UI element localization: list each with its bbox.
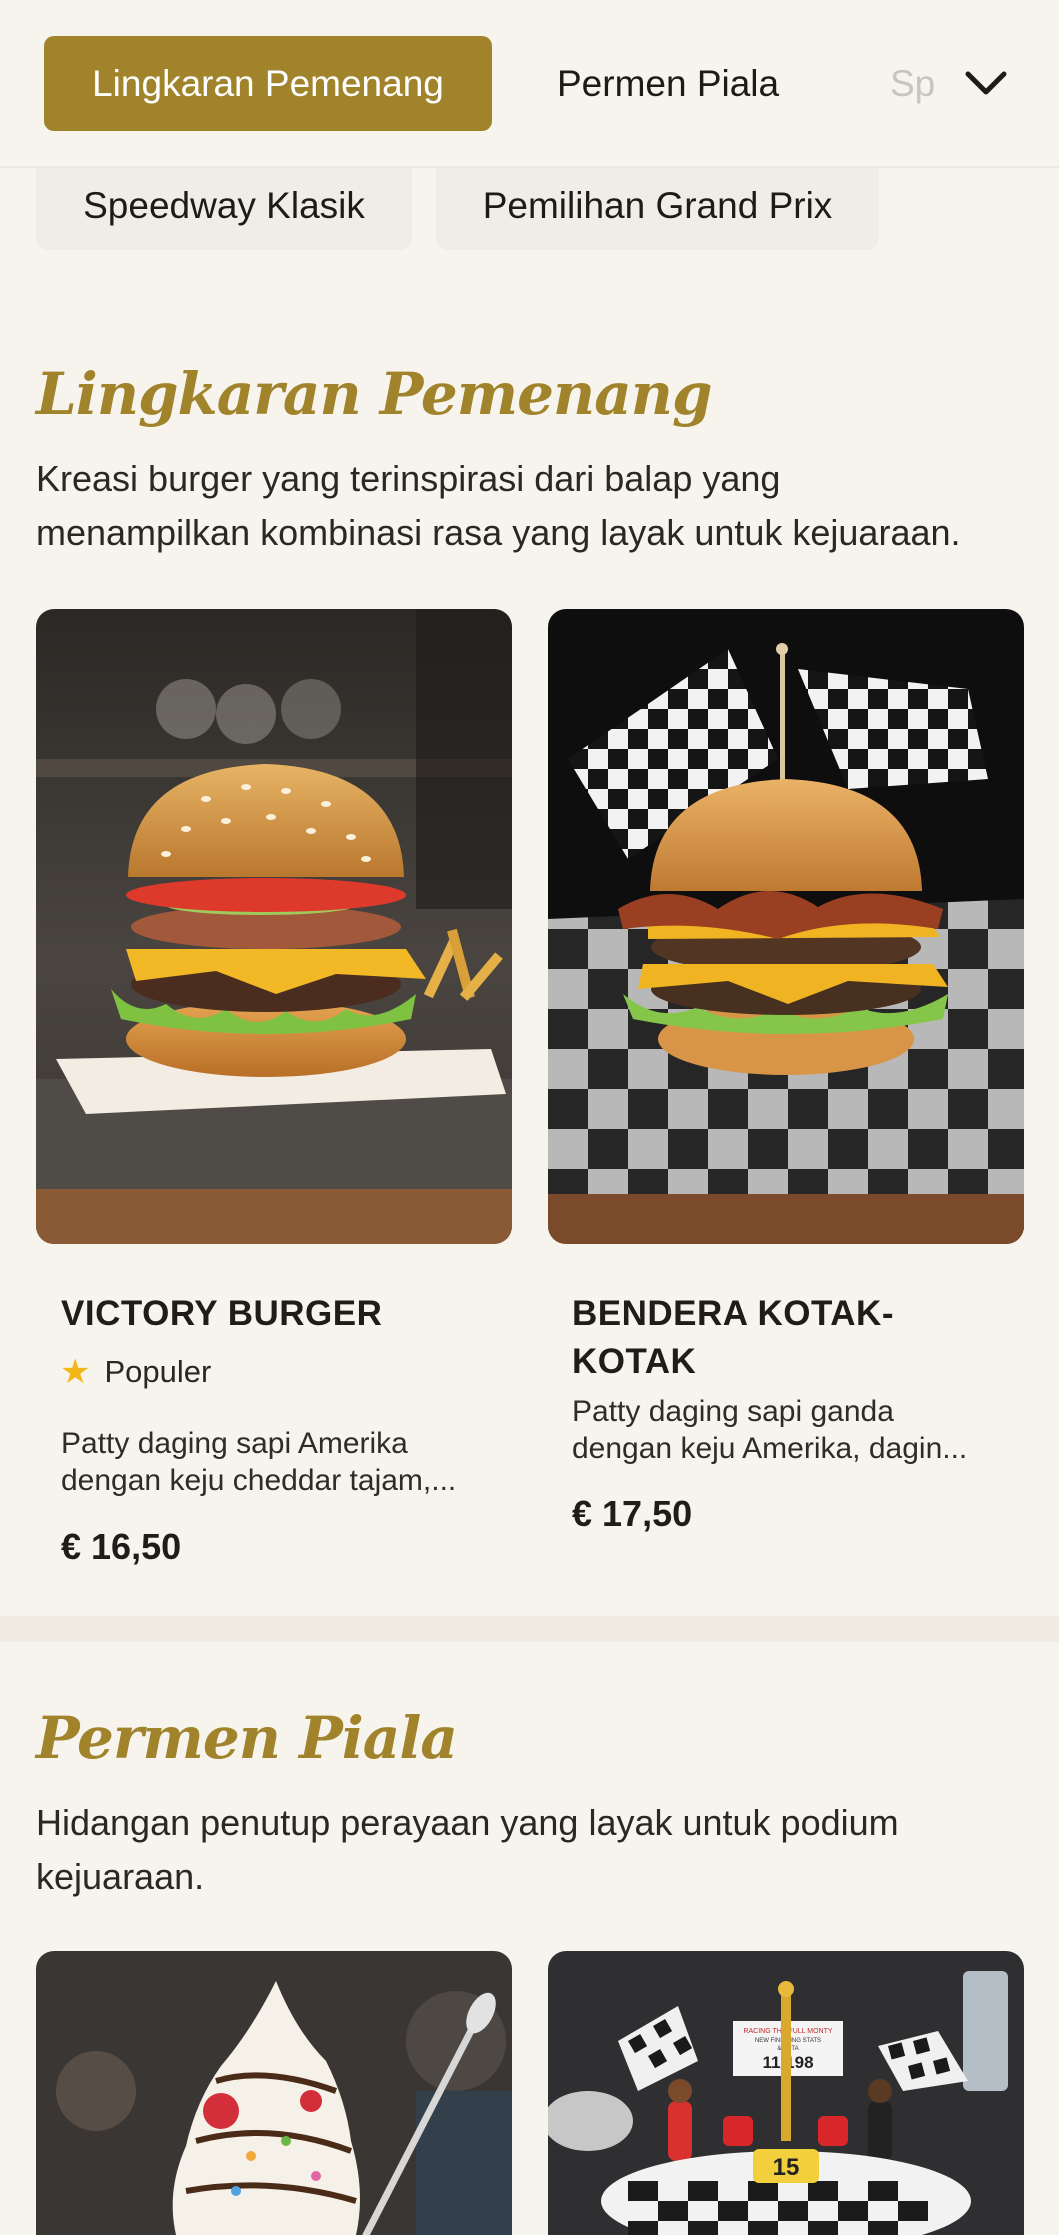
tab-speedway-partial[interactable]: Sp [890,36,940,131]
section-title: Permen Piala [36,1704,458,1772]
badge-label: Populer [104,1354,212,1389]
item-description: Patty daging sapi ganda dengan keju Amer… [572,1393,992,1467]
item-name-line: VICTORY BURGER [61,1294,383,1333]
section-description-line: menampilkan kombinasi rasa yang layak un… [36,512,961,553]
tab-lingkaran-pemenang[interactable]: Lingkaran Pemenang [44,36,492,131]
section-description: Hidangan penutup perayaan yang layak unt… [36,1796,1036,1904]
popular-badge: ★ Populer [60,1352,211,1392]
chevron-down-icon[interactable] [960,58,1012,110]
bendera-kotak-kotak-image[interactable] [548,609,1024,1244]
item-description-line: dengan keju cheddar tajam,... [61,1464,457,1497]
section-title: Lingkaran Pemenang [36,360,713,428]
section-description-line: Kreasi burger yang terinspirasi dari bal… [36,458,781,499]
item-price: € 17,50 [572,1493,693,1534]
subtab-pemilihan-grand-prix[interactable]: Pemilihan Grand Prix [436,162,879,250]
item-price: € 16,50 [61,1526,182,1567]
item-name-line: BENDERA KOTAK- [572,1294,894,1333]
cake-number: 15 [773,2154,800,2181]
category-nav: Lingkaran Pemenang Permen Piala Sp [0,0,1059,168]
trophy-cake-image[interactable]: RACING THE FULL MONTY NEW FINISHING STAT… [548,1951,1024,2235]
item-name-line: KOTAK [572,1342,697,1381]
section-description-line: Hidangan penutup perayaan yang layak unt… [36,1802,899,1843]
item-name: BENDERA KOTAK- KOTAK [572,1290,894,1386]
subtab-speedway-klasik[interactable]: Speedway Klasik [36,162,412,250]
item-name: VICTORY BURGER [61,1290,382,1338]
section-description-line: kejuaraan. [36,1856,205,1897]
sundae-image[interactable] [36,1951,512,2235]
item-description-line: Patty daging sapi Amerika [61,1427,408,1460]
item-description-line: Patty daging sapi ganda [572,1395,894,1428]
victory-burger-image[interactable] [36,609,512,1244]
section-divider [0,1616,1059,1642]
tab-permen-piala[interactable]: Permen Piala [557,36,779,131]
section-description: Kreasi burger yang terinspirasi dari bal… [36,452,1036,560]
item-description: Patty daging sapi Amerika dengan keju ch… [61,1425,481,1499]
item-description-line: dengan keju Amerika, dagin... [572,1432,968,1465]
star-icon: ★ [60,1353,91,1391]
